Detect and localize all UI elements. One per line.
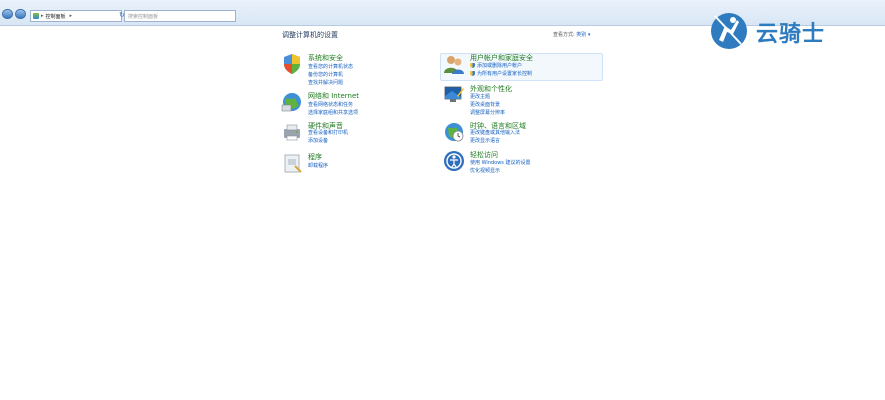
breadcrumb-dropdown-icon[interactable]: ▸ bbox=[70, 13, 73, 19]
link-network-status[interactable]: 查看网络状态和任务 bbox=[308, 101, 353, 108]
link-uninstall[interactable]: 卸载程序 bbox=[308, 162, 328, 169]
control-panel-window: ▸ 控制面板 ▸ ↻ 搜索控制面板 云骑士 调整计算机的设置 查看方式: 类别 … bbox=[0, 0, 885, 400]
uac-shield-icon bbox=[470, 71, 475, 76]
link-change-theme[interactable]: 更改主题 bbox=[470, 93, 490, 100]
category-programs[interactable]: 程序 卸载程序 bbox=[281, 152, 421, 174]
control-panel-icon bbox=[33, 13, 39, 19]
system-security-icon bbox=[284, 54, 300, 74]
link-parental-controls[interactable]: 为所有用户设置家长控制 bbox=[470, 70, 532, 77]
link-optimize-video[interactable]: 优化视频显示 bbox=[470, 167, 500, 174]
page-title: 调整计算机的设置 bbox=[282, 31, 338, 39]
appearance-icon bbox=[444, 86, 464, 102]
category-system-security[interactable]: 系统和安全 查看您的计算机状态 备份您的计算机 查找并解决问题 bbox=[281, 53, 421, 86]
category-network[interactable]: 网络和 Internet 查看网络状态和任务 选择家庭组和共享选项 bbox=[281, 91, 421, 117]
category-hardware-sound[interactable]: 硬件和声音 查看设备和打印机 添加设备 bbox=[281, 121, 421, 147]
link-add-device[interactable]: 添加设备 bbox=[308, 137, 328, 144]
breadcrumb[interactable]: 控制面板 bbox=[46, 13, 66, 20]
link-windows-recommended[interactable]: 使用 Windows 建议的设置 bbox=[470, 159, 531, 166]
category-title[interactable]: 系统和安全 bbox=[308, 53, 343, 63]
ease-of-access-icon bbox=[444, 151, 464, 171]
search-input[interactable]: 搜索控制面板 bbox=[124, 10, 236, 22]
category-ease-of-access[interactable]: 轻松访问 使用 Windows 建议的设置 优化视频显示 bbox=[443, 150, 598, 176]
link-devices-printers[interactable]: 查看设备和打印机 bbox=[308, 129, 348, 136]
clock-language-icon bbox=[445, 123, 464, 142]
back-button[interactable] bbox=[2, 9, 13, 19]
link-text[interactable]: 添加或删除用户帐户 bbox=[477, 63, 522, 69]
category-title[interactable]: 程序 bbox=[308, 152, 322, 162]
category-appearance[interactable]: 外观和个性化 更改主题 更改桌面背景 调整屏幕分辨率 bbox=[443, 84, 598, 116]
link-screen-resolution[interactable]: 调整屏幕分辨率 bbox=[470, 109, 505, 116]
link-troubleshoot[interactable]: 查找并解决问题 bbox=[308, 79, 343, 86]
link-view-status[interactable]: 查看您的计算机状态 bbox=[308, 63, 353, 70]
hardware-sound-icon bbox=[284, 124, 300, 141]
category-title[interactable]: 网络和 Internet bbox=[308, 91, 359, 101]
view-by: 查看方式: 类别 ▾ bbox=[553, 31, 590, 38]
nav-buttons bbox=[2, 9, 28, 19]
link-display-language[interactable]: 更改显示语言 bbox=[470, 137, 500, 144]
address-field[interactable]: ▸ 控制面板 ▸ bbox=[30, 10, 122, 22]
programs-icon bbox=[284, 154, 302, 173]
category-user-accounts[interactable]: 用户帐户和家庭安全 添加或删除用户帐户 为所有用户设置家长控制 bbox=[443, 53, 598, 79]
link-desktop-background[interactable]: 更改桌面背景 bbox=[470, 101, 500, 108]
link-keyboard-input[interactable]: 更改键盘或其他输入法 bbox=[470, 129, 520, 136]
link-add-remove-users[interactable]: 添加或删除用户帐户 bbox=[470, 62, 522, 69]
view-by-label: 查看方式: bbox=[553, 32, 575, 38]
link-text[interactable]: 为所有用户设置家长控制 bbox=[477, 71, 532, 77]
user-accounts-icon bbox=[444, 56, 464, 74]
view-by-dropdown[interactable]: 类别 ▾ bbox=[576, 32, 590, 38]
category-clock-language[interactable]: 时钟、语言和区域 更改键盘或其他输入法 更改显示语言 bbox=[443, 121, 598, 147]
logo-text: 云骑士 bbox=[756, 22, 826, 47]
network-icon bbox=[281, 93, 301, 112]
link-homegroup[interactable]: 选择家庭组和共享选项 bbox=[308, 109, 358, 116]
forward-button[interactable] bbox=[15, 9, 26, 19]
breadcrumb-arrow: ▸ bbox=[41, 13, 44, 19]
link-backup[interactable]: 备份您的计算机 bbox=[308, 71, 343, 78]
uac-shield-icon bbox=[470, 63, 475, 68]
search-placeholder: 搜索控制面板 bbox=[128, 13, 159, 20]
